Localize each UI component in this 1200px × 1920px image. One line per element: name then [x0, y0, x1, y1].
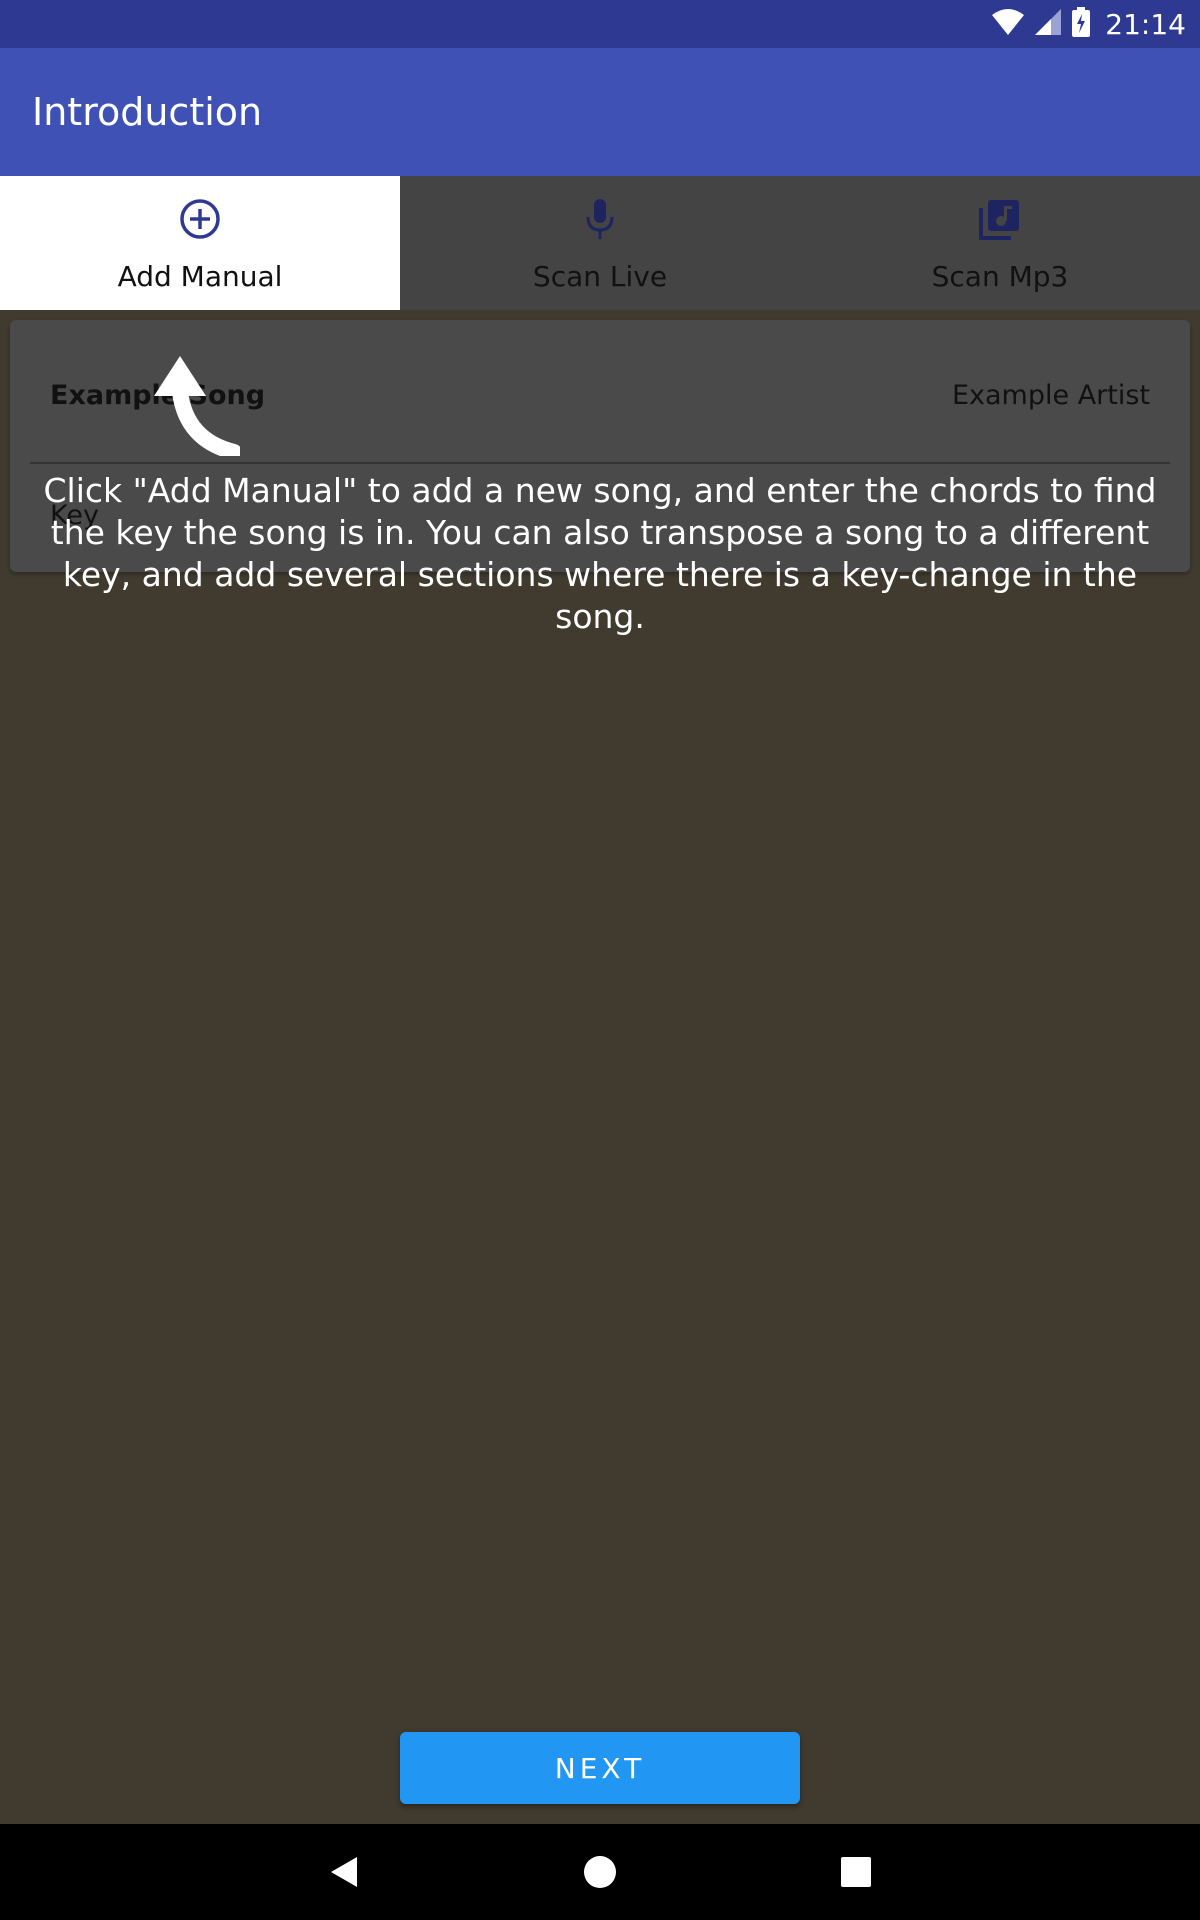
cell-signal-icon	[1033, 8, 1063, 40]
status-bar: 21:14	[0, 0, 1200, 48]
tutorial-hint: Click "Add Manual" to add a new song, an…	[43, 471, 1157, 636]
tab-bar: Add Manual Scan Live Scan Mp3	[0, 176, 1200, 310]
status-time: 21:14	[1105, 7, 1186, 41]
page-title: Introduction	[32, 90, 263, 134]
tab-scan-mp3[interactable]: Scan Mp3	[800, 176, 1200, 310]
home-icon[interactable]	[552, 1824, 648, 1920]
song-artist: Example Artist	[951, 380, 1150, 411]
tab-label: Add Manual	[117, 260, 283, 293]
add-circle-icon	[0, 194, 400, 244]
tab-label: Scan Live	[532, 260, 668, 293]
app-bar: Introduction	[0, 48, 1200, 176]
battery-charging-icon	[1071, 7, 1091, 41]
navigation-bar	[0, 1824, 1200, 1920]
status-icons: 21:14	[991, 0, 1186, 48]
microphone-icon	[400, 194, 800, 244]
recents-icon[interactable]	[808, 1824, 904, 1920]
tab-add-manual[interactable]: Add Manual	[0, 176, 400, 310]
card-divider	[30, 462, 1170, 464]
curved-arrow-icon	[150, 356, 242, 460]
tab-label: Scan Mp3	[931, 260, 1069, 293]
back-icon[interactable]	[296, 1824, 392, 1920]
wifi-icon	[991, 8, 1025, 40]
music-library-icon	[800, 194, 1200, 244]
tab-scan-live[interactable]: Scan Live	[400, 176, 800, 310]
next-button[interactable]: NEXT	[400, 1732, 800, 1804]
